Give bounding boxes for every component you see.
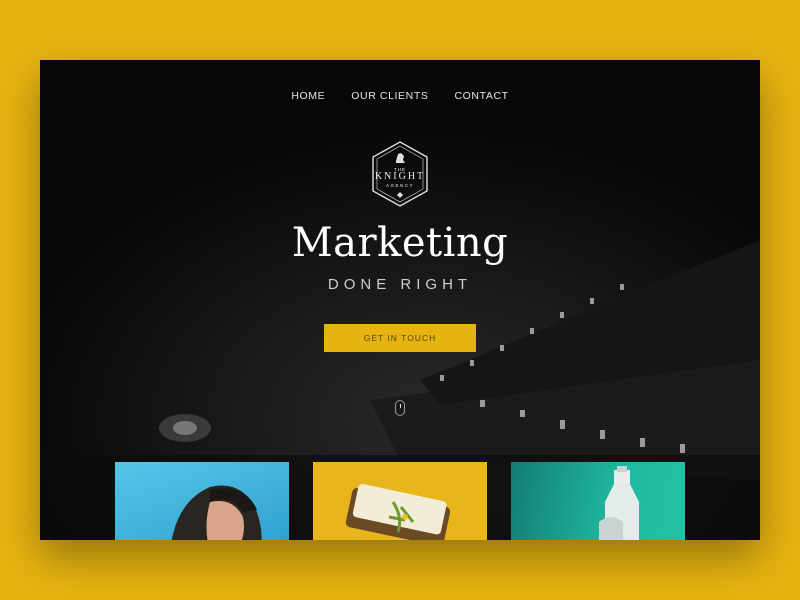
website-frame: HOME OUR CLIENTS CONTACT THE KNIGHT AGEN… (40, 60, 760, 540)
nav-home[interactable]: HOME (291, 90, 325, 102)
logo-subtitle: AGENCY (385, 183, 414, 188)
logo-name: KNIGHT (374, 171, 426, 182)
scroll-mouse-icon[interactable] (395, 400, 405, 416)
toast-food-image (345, 483, 451, 540)
portfolio-card-woman[interactable] (115, 462, 289, 540)
glass-bottle-image (599, 466, 639, 540)
portfolio-card-bottle[interactable] (511, 462, 685, 540)
portfolio-card-food[interactable] (313, 462, 487, 540)
hero-subheadline: DONE RIGHT (327, 276, 473, 293)
knight-agency-logo[interactable]: THE KNIGHT AGENCY (370, 140, 430, 208)
get-in-touch-button[interactable]: GET IN TOUCH (324, 324, 476, 352)
hero-headline: Marketing (291, 220, 509, 266)
main-nav: HOME OUR CLIENTS CONTACT (40, 90, 760, 102)
nav-our-clients[interactable]: OUR CLIENTS (351, 90, 428, 102)
woman-portrait-image (171, 485, 262, 540)
mouse-wheel (399, 404, 401, 408)
nav-contact[interactable]: CONTACT (454, 90, 508, 102)
